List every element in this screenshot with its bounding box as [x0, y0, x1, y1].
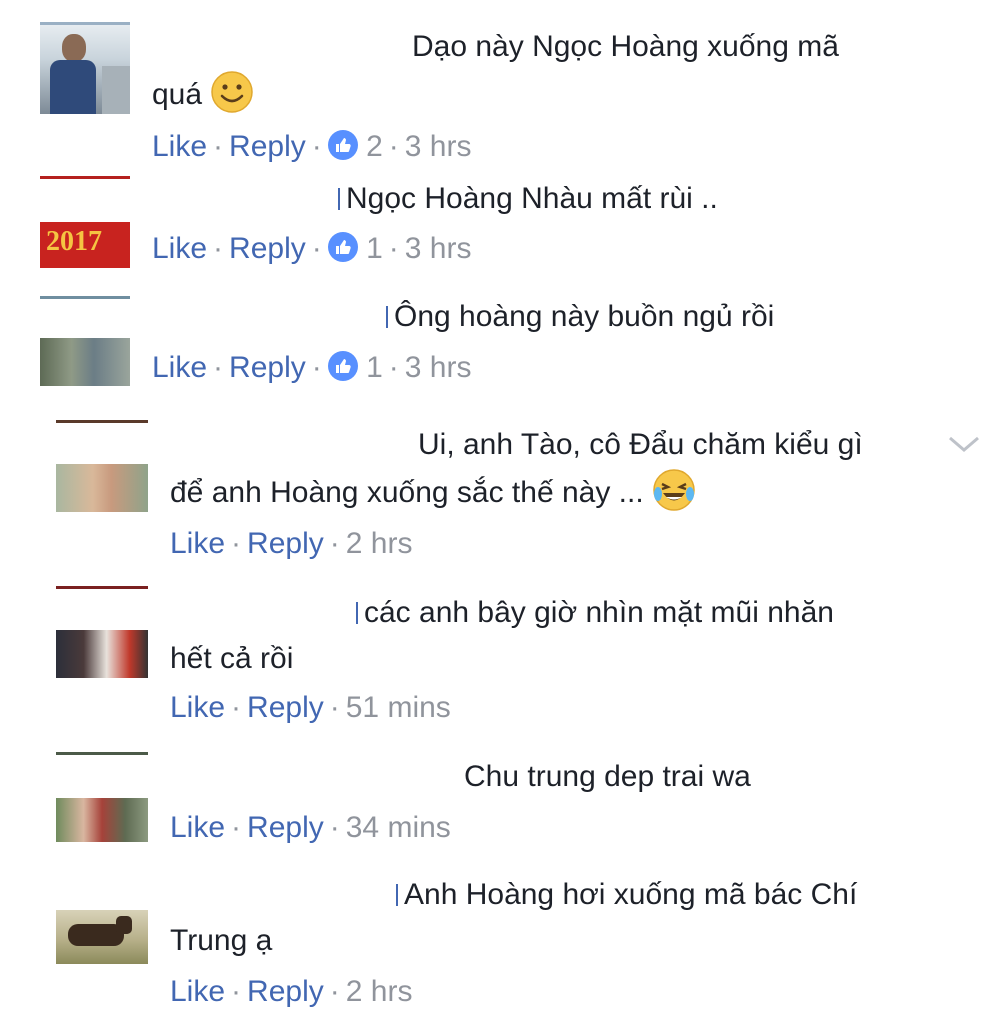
avatar[interactable] [40, 22, 130, 114]
comment-text: Dạo này Ngọc Hoàng xuống mã [412, 30, 839, 63]
comment-actions: Like · Reply · 1 · 3 hrs [152, 229, 471, 269]
comment-text-line: Ông hoàng này buồn ngủ rồi [394, 300, 775, 333]
reply-link[interactable]: Reply [229, 130, 306, 163]
avatar[interactable]: 2017 [40, 176, 130, 268]
reaction-count[interactable]: 2 [366, 130, 383, 163]
comment-text: Ông hoàng này buồn ngủ rồi [386, 294, 774, 340]
comment-text: Ngọc Hoàng Nhàu mất rùi .. [338, 176, 718, 222]
comment-text: để anh Hoàng xuống sắc thế này ... [170, 468, 696, 516]
comment-text-line: Anh Hoàng hơi xuống mã bác Chí [404, 878, 858, 911]
mention-marker [386, 306, 388, 328]
comment-text: Ui, anh Tào, cô Đẩu chăm kiểu gì [418, 428, 863, 461]
comment-text: Chu trung dep trai wa [464, 760, 751, 793]
separator: · [329, 527, 340, 560]
separator: · [311, 232, 322, 265]
comment-actions: Like · Reply · 2 hrs [170, 524, 412, 564]
like-link[interactable]: Like [170, 975, 225, 1008]
comment-text-line: các anh bây giờ nhìn mặt mũi nhăn [364, 596, 834, 629]
avatar-image-text: 2017 [46, 226, 102, 257]
avatar[interactable] [56, 420, 148, 512]
separator: · [311, 351, 322, 384]
timestamp[interactable]: 2 hrs [346, 527, 413, 560]
comment-actions: Like · Reply · 2 hrs [170, 972, 412, 1012]
laughing-tears-emoji-icon [653, 469, 695, 511]
comment-text: quá [152, 70, 254, 118]
separator: · [231, 691, 242, 724]
avatar[interactable] [56, 752, 148, 842]
reply-link[interactable]: Reply [247, 691, 324, 724]
mention-marker [396, 884, 398, 906]
separator: · [213, 130, 224, 163]
separator: · [388, 130, 399, 163]
separator: · [231, 811, 242, 844]
timestamp[interactable]: 3 hrs [405, 232, 472, 265]
chevron-down-icon[interactable] [946, 432, 982, 456]
avatar[interactable] [56, 586, 148, 678]
reply-link[interactable]: Reply [247, 975, 324, 1008]
separator: · [231, 527, 242, 560]
like-link[interactable]: Like [152, 130, 207, 163]
timestamp[interactable]: 2 hrs [346, 975, 413, 1008]
reaction-count[interactable]: 1 [366, 351, 383, 384]
comment-text: Anh Hoàng hơi xuống mã bác Chí [396, 872, 857, 918]
reply-link[interactable]: Reply [247, 811, 324, 844]
comment-actions: Like · Reply · 2 · 3 hrs [152, 127, 471, 167]
separator: · [388, 351, 399, 384]
timestamp[interactable]: 3 hrs [405, 130, 472, 163]
mention-marker [338, 188, 340, 210]
timestamp[interactable]: 51 mins [346, 691, 451, 724]
reply-link[interactable]: Reply [229, 232, 306, 265]
mention-marker [356, 602, 358, 624]
separator: · [213, 232, 224, 265]
comment-actions: Like · Reply · 51 mins [170, 688, 451, 728]
separator: · [388, 232, 399, 265]
like-link[interactable]: Like [170, 691, 225, 724]
avatar[interactable] [56, 872, 148, 964]
comment-text-line: Ngọc Hoàng Nhàu mất rùi .. [346, 182, 718, 215]
reply-link[interactable]: Reply [229, 351, 306, 384]
comment-actions: Like · Reply · 1 · 3 hrs [152, 348, 471, 388]
comment-text: các anh bây giờ nhìn mặt mũi nhăn [356, 590, 834, 636]
timestamp[interactable]: 3 hrs [405, 351, 472, 384]
comment-text: Trung ạ [170, 924, 273, 957]
separator: · [329, 691, 340, 724]
separator: · [329, 811, 340, 844]
comment-text-line: quá [152, 78, 203, 111]
like-link[interactable]: Like [152, 232, 207, 265]
separator: · [311, 130, 322, 163]
like-thumb-icon[interactable] [327, 351, 358, 381]
like-thumb-icon[interactable] [327, 232, 358, 262]
timestamp[interactable]: 34 mins [346, 811, 451, 844]
like-link[interactable]: Like [152, 351, 207, 384]
comment-actions: Like · Reply · 34 mins [170, 808, 451, 848]
comment-text-line: để anh Hoàng xuống sắc thế này ... [170, 476, 644, 509]
reaction-count[interactable]: 1 [366, 232, 383, 265]
comment-text: hết cả rồi [170, 642, 294, 675]
separator: · [213, 351, 224, 384]
like-link[interactable]: Like [170, 527, 225, 560]
like-link[interactable]: Like [170, 811, 225, 844]
avatar[interactable] [40, 296, 130, 386]
separator: · [329, 975, 340, 1008]
separator: · [231, 975, 242, 1008]
smile-emoji-icon [211, 71, 254, 113]
like-thumb-icon[interactable] [327, 130, 358, 160]
reply-link[interactable]: Reply [247, 527, 324, 560]
